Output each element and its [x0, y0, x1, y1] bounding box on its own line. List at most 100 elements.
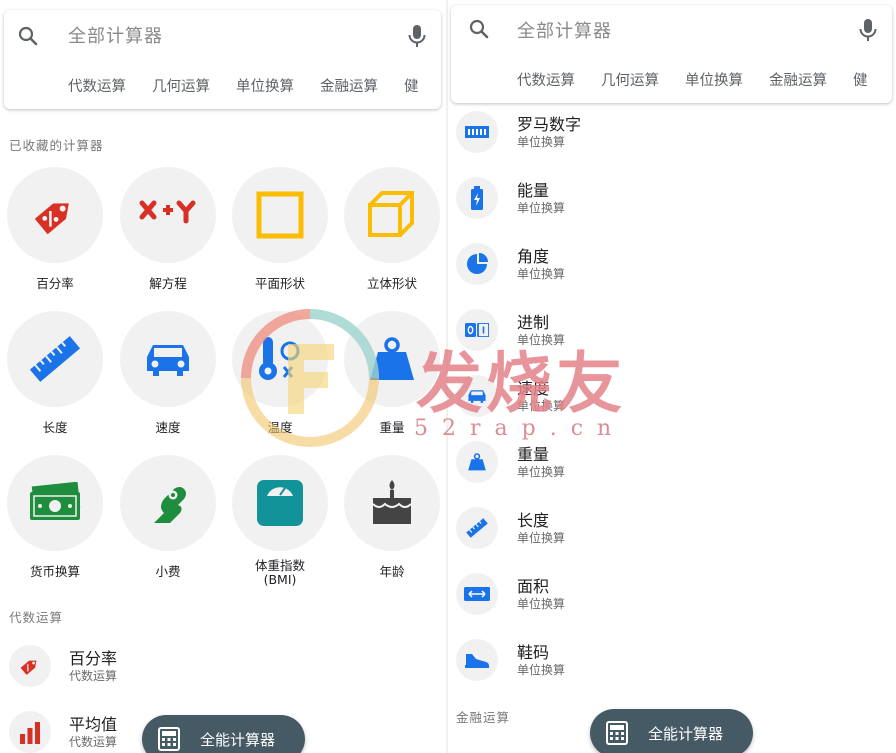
- tab-geometry[interactable]: 几何运算: [601, 73, 659, 89]
- tile-circle: [7, 311, 103, 407]
- tile-label: 解方程: [149, 276, 187, 291]
- list-subtitle: 单位换算: [517, 135, 566, 149]
- list-item[interactable]: 面积 单位换算: [456, 573, 856, 637]
- all-calculators-fab[interactable]: 全能计算器: [142, 715, 306, 753]
- tab-geometry[interactable]: 几何运算: [152, 79, 210, 95]
- list-item[interactable]: 能量 单位换算: [456, 177, 856, 241]
- list-subtitle: 单位换算: [517, 465, 566, 479]
- tile-circle: [344, 455, 440, 551]
- square-icon: [256, 191, 304, 239]
- tile-equation[interactable]: 解方程: [113, 167, 225, 307]
- favorites-section-title: 已收藏的计算器: [9, 138, 104, 153]
- right-screen: 全部计算器 代数运算 几何运算 单位换算 金融运算健 罗马数字 单位换算 能量 单位换…: [448, 0, 896, 753]
- thermometer-icon: [259, 337, 300, 380]
- list-title: 平均值: [69, 715, 118, 734]
- tab-health[interactable]: 健: [853, 73, 868, 89]
- tab-finance[interactable]: 金融运算: [769, 73, 827, 89]
- list-icon-circle: [456, 243, 498, 285]
- list-icon-circle: [456, 111, 498, 153]
- tile-circle: [344, 311, 440, 407]
- category-tabs: 代数运算 几何运算 单位换算 金融运算 健: [517, 69, 894, 90]
- tile-speed[interactable]: 速度: [113, 311, 225, 451]
- search-icon[interactable]: [467, 17, 491, 41]
- tile-length[interactable]: 长度: [0, 311, 112, 451]
- roman-numeral-icon: [465, 126, 489, 138]
- search-bar[interactable]: 全部计算器: [451, 5, 892, 55]
- tile-currency[interactable]: 货币换算: [0, 455, 112, 595]
- search-bar[interactable]: 全部计算器: [4, 10, 441, 60]
- tile-solid-shape[interactable]: 立体形状: [337, 167, 447, 307]
- tile-tip[interactable]: 小费: [113, 455, 225, 595]
- list-icon-circle: [456, 573, 498, 615]
- list-item[interactable]: 重量 单位换算: [456, 441, 856, 505]
- list-subtitle: 单位换算: [517, 267, 566, 281]
- list-subtitle: 单位换算: [517, 597, 566, 611]
- tab-algebra[interactable]: 代数运算: [68, 79, 126, 95]
- tab-algebra[interactable]: 代数运算: [517, 73, 575, 89]
- car-icon: [468, 390, 486, 403]
- weight-icon: [468, 453, 486, 471]
- tile-circle: [232, 167, 328, 263]
- all-calculators-fab[interactable]: 全能计算器: [590, 709, 754, 753]
- tile-plane-shape[interactable]: 平面形状: [225, 167, 337, 307]
- tile-bmi[interactable]: 体重指数 (BMI): [225, 455, 337, 595]
- list-item[interactable]: 百分率 代数运算: [9, 645, 409, 709]
- mic-icon[interactable]: [405, 23, 429, 49]
- tile-label: 长度: [42, 420, 68, 435]
- percent-tag-icon: [20, 660, 37, 675]
- list-title: 长度: [517, 511, 550, 530]
- calculator-icon: [606, 721, 628, 745]
- tile-weight[interactable]: 重量: [337, 311, 447, 451]
- list-title: 面积: [517, 577, 550, 596]
- search-icon[interactable]: [16, 24, 40, 48]
- list-item[interactable]: 角度 单位换算: [456, 243, 856, 307]
- tile-label: 体重指数 (BMI): [225, 559, 335, 587]
- fab-label: 全能计算器: [648, 724, 724, 743]
- list-subtitle: 单位换算: [517, 333, 566, 347]
- list-icon-circle: [456, 375, 498, 417]
- bmi-label-line2: (BMI): [263, 572, 297, 587]
- tab-health[interactable]: 健: [404, 79, 419, 95]
- mic-icon[interactable]: [856, 17, 880, 43]
- list-subtitle: 单位换算: [517, 663, 566, 677]
- list-subtitle: 单位换算: [517, 531, 566, 545]
- tab-finance[interactable]: 金融运算: [320, 79, 378, 95]
- list-item[interactable]: 速度 单位换算: [456, 375, 856, 439]
- list-icon-circle: [456, 441, 498, 483]
- list-item[interactable]: 罗马数字 单位换算: [456, 111, 856, 175]
- tile-circle: [7, 167, 103, 263]
- list-title: 速度: [517, 379, 550, 398]
- list-icon-circle: [9, 645, 51, 687]
- finance-section-title: 金融运算: [456, 710, 511, 725]
- tile-circle: [7, 455, 103, 551]
- tile-label: 年龄: [379, 564, 405, 579]
- list-icon-circle: [456, 639, 498, 681]
- tile-age[interactable]: 年龄: [337, 455, 447, 595]
- bmi-label-line1: 体重指数: [254, 558, 305, 573]
- fab-label: 全能计算器: [200, 730, 276, 749]
- list-icon-circle: [456, 177, 498, 219]
- list-icon-circle: [456, 507, 498, 549]
- search-input[interactable]: 全部计算器: [68, 22, 163, 48]
- list-item[interactable]: 鞋码 单位换算: [456, 639, 856, 703]
- search-input[interactable]: 全部计算器: [517, 17, 612, 43]
- tile-label: 温度: [267, 420, 293, 435]
- tile-label: 百分率: [36, 276, 74, 291]
- calculator-icon: [158, 727, 180, 751]
- list-item[interactable]: 进制 单位换算: [456, 309, 856, 373]
- list-item[interactable]: 长度 单位换算: [456, 507, 856, 571]
- tab-unit-conversion[interactable]: 单位换算: [685, 73, 743, 89]
- list-title: 进制: [517, 313, 550, 332]
- tile-temperature[interactable]: 温度: [225, 311, 337, 451]
- ruler-icon: [29, 336, 81, 382]
- left-screen: 全部计算器 代数运算 几何运算 单位换算 金融运算健 已收藏的计算器 百分率 解方程 …: [0, 0, 447, 753]
- weight-icon: [370, 337, 414, 380]
- shoe-icon: [465, 654, 489, 668]
- list-title: 能量: [517, 181, 550, 200]
- list-subtitle: 单位换算: [517, 201, 566, 215]
- tab-unit-conversion[interactable]: 单位换算: [236, 79, 294, 95]
- tile-percent[interactable]: 百分率: [0, 167, 112, 307]
- bar-chart-icon: [20, 722, 40, 744]
- tile-circle: [344, 167, 440, 263]
- tile-label: 平面形状: [254, 276, 305, 291]
